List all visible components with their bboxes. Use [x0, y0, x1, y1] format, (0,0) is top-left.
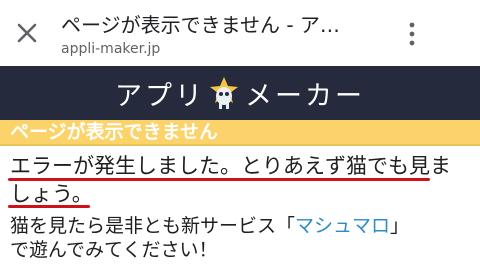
close-icon[interactable] — [16, 22, 38, 44]
invite-text: 猫を見たら是非とも新サービス「マシュマロ」 で遊んでみてください！ — [10, 214, 475, 262]
error-message-line2: しょう。 — [10, 182, 93, 206]
underline-stroke — [8, 178, 430, 181]
error-message-line1: エラーが発生しました。とりあえず猫でも見ま — [10, 154, 451, 178]
site-logo[interactable]: アプリ メーカー — [0, 66, 480, 120]
more-vert-icon[interactable] — [402, 20, 422, 48]
brand-text-right: メーカー — [245, 80, 365, 112]
marshmallow-link[interactable]: マシュマロ — [295, 215, 390, 237]
site-header: アプリ メーカー — [0, 66, 480, 120]
notice-text: ページが表示できません — [10, 121, 219, 143]
page-url[interactable]: appli-maker.jp — [61, 41, 160, 57]
robot-mascot-icon — [210, 77, 238, 109]
underline-stroke — [8, 205, 90, 208]
invite-line1: 猫を見たら是非とも新サービス「マシュマロ」 — [10, 215, 410, 237]
browser-toolbar: ページが表示できません - ア… appli-maker.jp — [0, 0, 480, 66]
notice-bar: ページが表示できません — [0, 120, 480, 146]
page-title: ページが表示できません - ア… — [61, 13, 340, 37]
brand-text-left: アプリ — [115, 80, 205, 112]
invite-line2: で遊んでみてください！ — [10, 239, 218, 261]
